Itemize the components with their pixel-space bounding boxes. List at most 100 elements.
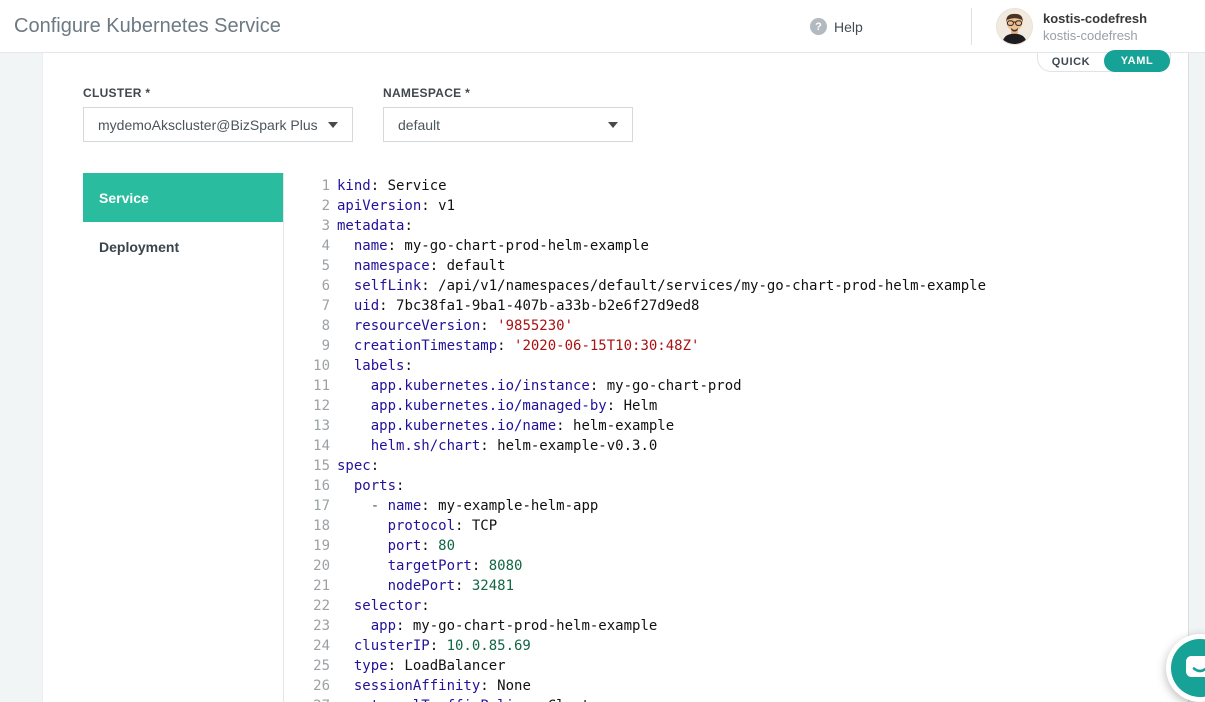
code-line[interactable]: 20 targetPort: 8080	[300, 556, 1185, 576]
code-text: sessionAffinity: None	[330, 676, 531, 696]
line-number: 3	[300, 216, 330, 236]
chevron-down-icon	[608, 122, 618, 128]
code-line[interactable]: 7 uid: 7bc38fa1-9ba1-407b-a33b-b2e6f27d9…	[300, 296, 1185, 316]
code-line[interactable]: 8 resourceVersion: '9855230'	[300, 316, 1185, 336]
avatar	[996, 8, 1033, 45]
user-subtitle: kostis-codefresh	[1043, 27, 1147, 44]
code-text: ports:	[330, 476, 404, 496]
code-line[interactable]: 22 selector:	[300, 596, 1185, 616]
line-number: 11	[300, 376, 330, 396]
chat-widget-circle	[1171, 639, 1205, 697]
code-text: protocol: TCP	[330, 516, 497, 536]
line-number: 7	[300, 296, 330, 316]
yaml-editor[interactable]: 1kind: Service2apiVersion: v13metadata:4…	[300, 176, 1185, 702]
namespace-select[interactable]: default	[383, 107, 633, 142]
code-line[interactable]: 23 app: my-go-chart-prod-helm-example	[300, 616, 1185, 636]
header-divider	[971, 8, 972, 45]
line-number: 18	[300, 516, 330, 536]
line-number: 13	[300, 416, 330, 436]
mode-toggle: QUICK YAML	[1037, 53, 1171, 72]
code-line[interactable]: 5 namespace: default	[300, 256, 1185, 276]
line-number: 5	[300, 256, 330, 276]
code-line[interactable]: 15spec:	[300, 456, 1185, 476]
code-line[interactable]: 18 protocol: TCP	[300, 516, 1185, 536]
chevron-down-icon	[328, 122, 338, 128]
cluster-select-value: mydemoAkscluster@BizSpark Plus	[98, 117, 318, 133]
code-line[interactable]: 27 externalTrafficPolicy: Cluster	[300, 696, 1185, 702]
code-line[interactable]: 1kind: Service	[300, 176, 1185, 196]
code-text: metadata:	[330, 216, 413, 236]
code-line[interactable]: 26 sessionAffinity: None	[300, 676, 1185, 696]
help-label: Help	[834, 19, 863, 35]
code-line[interactable]: 6 selfLink: /api/v1/namespaces/default/s…	[300, 276, 1185, 296]
code-text: uid: 7bc38fa1-9ba1-407b-a33b-b2e6f27d9ed…	[330, 296, 699, 316]
code-text: - name: my-example-helm-app	[330, 496, 598, 516]
quick-mode-button[interactable]: QUICK	[1038, 53, 1104, 72]
code-text: targetPort: 8080	[330, 556, 522, 576]
code-text: clusterIP: 10.0.85.69	[330, 636, 531, 656]
code-text: app.kubernetes.io/name: helm-example	[330, 416, 674, 436]
page-title: Configure Kubernetes Service	[14, 0, 281, 53]
code-text: app.kubernetes.io/managed-by: Helm	[330, 396, 657, 416]
line-number: 24	[300, 636, 330, 656]
code-line[interactable]: 11 app.kubernetes.io/instance: my-go-cha…	[300, 376, 1185, 396]
code-line[interactable]: 25 type: LoadBalancer	[300, 656, 1185, 676]
code-text: labels:	[330, 356, 413, 376]
line-number: 17	[300, 496, 330, 516]
cluster-select[interactable]: mydemoAkscluster@BizSpark Plus	[83, 107, 353, 142]
code-line[interactable]: 24 clusterIP: 10.0.85.69	[300, 636, 1185, 656]
code-text: externalTrafficPolicy: Cluster	[330, 696, 607, 702]
user-menu[interactable]: kostis-codefresh kostis-codefresh	[996, 8, 1147, 45]
yaml-mode-button[interactable]: YAML	[1104, 50, 1170, 72]
namespace-select-value: default	[398, 117, 598, 133]
tabs-divider	[283, 173, 284, 702]
code-text: helm.sh/chart: helm-example-v0.3.0	[330, 436, 657, 456]
header: Configure Kubernetes Service ? Help	[0, 0, 1205, 53]
code-line[interactable]: 10 labels:	[300, 356, 1185, 376]
namespace-label: NAMESPACE *	[383, 86, 470, 100]
chat-icon	[1185, 655, 1205, 682]
code-text: spec:	[330, 456, 379, 476]
line-number: 14	[300, 436, 330, 456]
code-line[interactable]: 21 nodePort: 32481	[300, 576, 1185, 596]
user-names: kostis-codefresh kostis-codefresh	[1043, 10, 1147, 44]
line-number: 9	[300, 336, 330, 356]
code-text: selfLink: /api/v1/namespaces/default/ser…	[330, 276, 986, 296]
code-text: creationTimestamp: '2020-06-15T10:30:48Z…	[330, 336, 699, 356]
line-number: 12	[300, 396, 330, 416]
code-line[interactable]: 12 app.kubernetes.io/managed-by: Helm	[300, 396, 1185, 416]
code-text: port: 80	[330, 536, 455, 556]
code-text: kind: Service	[330, 176, 447, 196]
code-line[interactable]: 16 ports:	[300, 476, 1185, 496]
line-number: 6	[300, 276, 330, 296]
line-number: 27	[300, 696, 330, 702]
code-lines: 1kind: Service2apiVersion: v13metadata:4…	[300, 176, 1185, 702]
line-number: 10	[300, 356, 330, 376]
code-text: type: LoadBalancer	[330, 656, 506, 676]
code-line[interactable]: 9 creationTimestamp: '2020-06-15T10:30:4…	[300, 336, 1185, 356]
code-text: apiVersion: v1	[330, 196, 455, 216]
code-line[interactable]: 3metadata:	[300, 216, 1185, 236]
page-scrollbar[interactable]	[1190, 53, 1205, 702]
line-number: 16	[300, 476, 330, 496]
code-text: app: my-go-chart-prod-helm-example	[330, 616, 657, 636]
code-line[interactable]: 17 - name: my-example-helm-app	[300, 496, 1185, 516]
code-line[interactable]: 13 app.kubernetes.io/name: helm-example	[300, 416, 1185, 436]
code-text: name: my-go-chart-prod-helm-example	[330, 236, 649, 256]
line-number: 20	[300, 556, 330, 576]
cluster-label: CLUSTER *	[83, 86, 150, 100]
tab-deployment[interactable]: Deployment	[83, 222, 283, 272]
line-number: 25	[300, 656, 330, 676]
line-number: 26	[300, 676, 330, 696]
avatar-illustration	[997, 9, 1032, 44]
code-line[interactable]: 14 helm.sh/chart: helm-example-v0.3.0	[300, 436, 1185, 456]
tab-service[interactable]: Service	[83, 173, 283, 222]
code-line[interactable]: 19 port: 80	[300, 536, 1185, 556]
code-line[interactable]: 4 name: my-go-chart-prod-helm-example	[300, 236, 1185, 256]
code-text: nodePort: 32481	[330, 576, 514, 596]
code-line[interactable]: 2apiVersion: v1	[300, 196, 1185, 216]
line-number: 19	[300, 536, 330, 556]
help-button[interactable]: ? Help	[810, 0, 863, 53]
code-text: resourceVersion: '9855230'	[330, 316, 573, 336]
help-icon: ?	[810, 18, 827, 35]
